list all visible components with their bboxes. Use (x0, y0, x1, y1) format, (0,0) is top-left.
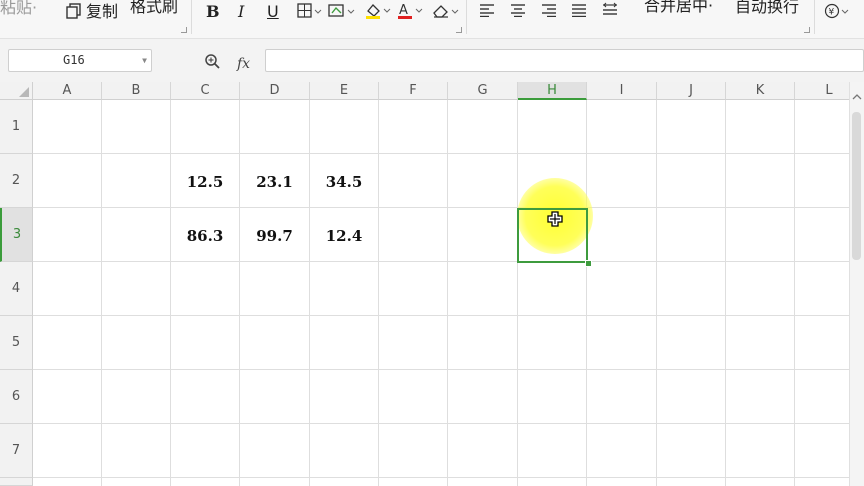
row-header-1[interactable]: 1 (0, 100, 33, 154)
align-left-icon[interactable] (479, 3, 495, 17)
ribbon-separator (466, 0, 467, 34)
cell-c3[interactable]: 86.3 (171, 208, 240, 262)
justify-icon[interactable] (571, 3, 587, 17)
italic-icon[interactable]: I (238, 2, 244, 22)
number-format-icon[interactable]: ¥ (824, 3, 850, 19)
underline-icon[interactable]: U (267, 2, 279, 22)
name-box[interactable]: G16 ▼ (8, 49, 152, 72)
column-header-h[interactable]: H (518, 82, 587, 100)
column-header-d[interactable]: D (240, 82, 310, 100)
cell-grid[interactable] (33, 100, 849, 486)
column-header-c[interactable]: C (171, 82, 240, 100)
ribbon-separator (191, 0, 192, 34)
zoom-search-icon[interactable] (204, 53, 222, 71)
chevron-down-icon[interactable]: ▼ (142, 50, 147, 71)
column-header-g[interactable]: G (448, 82, 518, 100)
select-all-corner[interactable] (0, 82, 33, 100)
column-header-b[interactable]: B (102, 82, 171, 100)
cell-d2[interactable]: 23.1 (240, 154, 310, 208)
scroll-up-icon[interactable] (850, 90, 864, 104)
font-group-launcher[interactable] (456, 27, 462, 33)
cell-e3[interactable]: 12.4 (310, 208, 379, 262)
row-header-3[interactable]: 3 (0, 208, 33, 262)
svg-text:¥: ¥ (829, 8, 835, 18)
fx-icon[interactable]: fx (237, 54, 250, 74)
row-header-8[interactable] (0, 478, 33, 486)
column-header-f[interactable]: F (379, 82, 448, 100)
column-header-k[interactable]: K (726, 82, 795, 100)
row-header-2[interactable]: 2 (0, 154, 33, 208)
format-painter-button[interactable]: 格式刷 (130, 0, 178, 17)
fill-style-icon[interactable] (328, 3, 356, 19)
column-header-i[interactable]: I (587, 82, 657, 100)
align-right-icon[interactable] (541, 3, 557, 17)
ribbon-separator (814, 0, 815, 34)
triangle-icon (19, 87, 29, 97)
fill-color-icon[interactable] (364, 2, 392, 20)
align-center-icon[interactable] (510, 3, 526, 17)
distributed-align-icon[interactable] (601, 2, 619, 18)
scrollbar-thumb[interactable] (852, 112, 861, 260)
row-header-5[interactable]: 5 (0, 316, 33, 370)
row-header-6[interactable]: 6 (0, 370, 33, 424)
font-color-icon[interactable]: A (396, 2, 424, 20)
paste-button[interactable]: 粘贴· (0, 0, 37, 18)
alignment-group-launcher[interactable] (804, 27, 810, 33)
ribbon-toolbar: 粘贴· 复制 格式刷 B I U A 合并居中· 自动换行 ¥ (0, 0, 864, 39)
wrap-text-button[interactable]: 自动换行 (735, 0, 799, 17)
formula-bar: G16 ▼ fx (0, 39, 864, 83)
svg-text:A: A (399, 3, 408, 18)
clear-format-icon[interactable] (432, 3, 460, 19)
name-box-value: G16 (63, 53, 85, 67)
row-header-4[interactable]: 4 (0, 262, 33, 316)
merge-center-button[interactable]: 合并居中· (644, 0, 713, 16)
fill-handle[interactable] (585, 260, 592, 267)
border-icon[interactable] (297, 3, 323, 19)
column-header-j[interactable]: J (657, 82, 726, 100)
bold-icon[interactable]: B (206, 2, 220, 22)
row-header-7[interactable]: 7 (0, 424, 33, 478)
cell-e2[interactable]: 34.5 (310, 154, 379, 208)
column-header-a[interactable]: A (33, 82, 102, 100)
copy-button[interactable]: 复制 (86, 2, 118, 22)
clipboard-group-launcher[interactable] (181, 27, 187, 33)
formula-input[interactable] (265, 49, 864, 72)
cross-cursor-icon (547, 211, 563, 227)
cell-d3[interactable]: 99.7 (240, 208, 310, 262)
column-header-e[interactable]: E (310, 82, 379, 100)
copy-icon (66, 3, 81, 19)
cell-c2[interactable]: 12.5 (171, 154, 240, 208)
